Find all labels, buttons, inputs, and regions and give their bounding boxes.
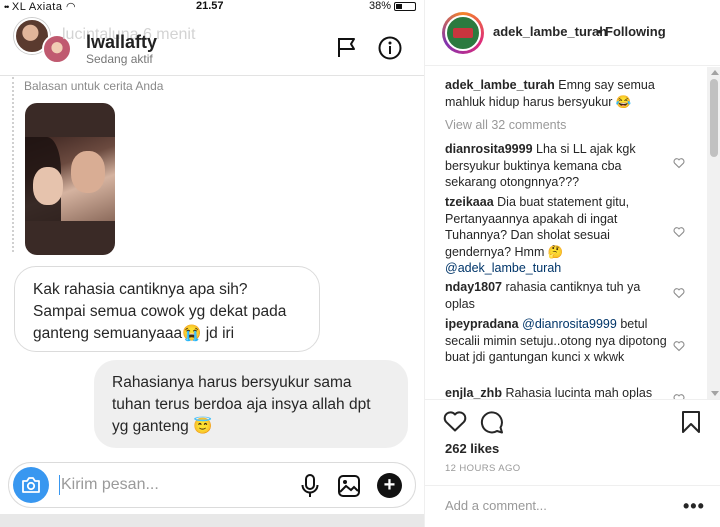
more-options-button[interactable]: + (377, 473, 402, 498)
message-bubble-incoming[interactable]: Kak rahasia cantiknya apa sih? Sampai se… (14, 266, 320, 352)
gallery-icon[interactable] (337, 474, 361, 498)
info-icon[interactable] (378, 36, 402, 60)
contact-name[interactable]: lwallafty (86, 32, 157, 53)
like-comment-heart-icon[interactable] (673, 226, 685, 238)
flag-icon[interactable] (336, 36, 358, 58)
message-input[interactable] (61, 474, 281, 496)
signal-icon: •• (4, 2, 9, 12)
reply-indicator (12, 77, 14, 252)
add-comment-input[interactable] (445, 498, 665, 513)
screenshot-root: •• XL Axiata ◠ 21.57 38% lucintaluna 6 m… (0, 0, 720, 527)
home-indicator-area (0, 514, 424, 527)
account-username[interactable]: adek_lambe_turah (493, 24, 607, 39)
chat-thread: Balasan untuk cerita Anda Kak rahasia ca… (0, 77, 424, 461)
camera-button[interactable] (13, 467, 49, 503)
message-composer: + (8, 462, 416, 508)
heart-icon[interactable] (443, 410, 467, 432)
comment-item: ipeypradana @dianrosita9999 betul secali… (445, 316, 673, 366)
separator-dot: • (597, 24, 602, 39)
comments-list: adek_lambe_turah Emng say semua mahluk h… (425, 67, 720, 399)
comment-username[interactable]: enjla_zhb (445, 386, 502, 399)
carrier-info: •• XL Axiata ◠ (4, 0, 76, 13)
add-comment-bar: ••• (425, 485, 720, 527)
caption: adek_lambe_turah Emng say semua mahluk h… (445, 77, 673, 110)
scroll-down-arrow-icon[interactable] (711, 391, 719, 396)
like-comment-heart-icon[interactable] (673, 157, 685, 169)
more-options-icon[interactable]: ••• (683, 496, 705, 517)
status-right: 38% (369, 0, 416, 12)
account-avatar[interactable] (442, 12, 484, 54)
comments-scrollbar[interactable] (707, 67, 720, 399)
comment-text: Rahasia lucinta mah oplas (505, 386, 653, 399)
microphone-icon[interactable] (301, 474, 319, 498)
status-time: 21.57 (196, 0, 224, 12)
comment-mention[interactable]: @dianrosita9999 (522, 317, 617, 331)
comment-item: tzeikaaa Dia buat statement gitu, Pertan… (445, 194, 673, 277)
dm-screenshot: •• XL Axiata ◠ 21.57 38% lucintaluna 6 m… (0, 0, 424, 527)
comment-username[interactable]: dianrosita9999 (445, 142, 533, 156)
comment-mention[interactable]: @adek_lambe_turah (445, 261, 561, 275)
post-panel: adek_lambe_turah • Following adek_lambe_… (424, 0, 720, 527)
bookmark-icon[interactable] (681, 410, 701, 434)
comment-item: dianrosita9999 Lha si LL ajak kgk bersyu… (445, 141, 673, 191)
dm-header: lucintaluna 6 menit lwallafty Sedang akt… (0, 14, 424, 76)
post-header: adek_lambe_turah • Following (425, 0, 720, 66)
reply-label: Balasan untuk cerita Anda (24, 79, 164, 93)
comment-icon[interactable] (480, 410, 504, 434)
story-photo (25, 137, 115, 221)
wifi-icon: ◠ (66, 1, 77, 13)
comment-item: enjla_zhb Rahasia lucinta mah oplas (445, 385, 673, 399)
caption-username[interactable]: adek_lambe_turah (445, 78, 555, 92)
battery-percent: 38% (368, 0, 391, 12)
post-timestamp: 12 HOURS AGO (445, 463, 521, 474)
active-status: Sedang aktif (86, 52, 153, 66)
comment-username[interactable]: nday1807 (445, 280, 502, 294)
likes-count[interactable]: 262 likes (445, 441, 499, 456)
camera-icon (22, 477, 40, 493)
scroll-up-arrow-icon[interactable] (711, 70, 719, 75)
following-button[interactable]: Following (605, 24, 666, 39)
view-all-comments-link[interactable]: View all 32 comments (445, 118, 566, 132)
story-thumbnail[interactable] (25, 103, 115, 255)
carrier-name: XL Axiata (11, 1, 63, 13)
battery-icon (394, 1, 416, 11)
like-comment-heart-icon[interactable] (673, 287, 685, 299)
comment-username[interactable]: tzeikaaa (445, 195, 494, 209)
comment-username[interactable]: ipeypradana (445, 317, 519, 331)
like-comment-heart-icon[interactable] (673, 340, 685, 352)
message-bubble-outgoing[interactable]: Rahasianya harus bersyukur sama tuhan te… (94, 360, 408, 448)
post-actions: 262 likes 12 HOURS AGO ••• (425, 399, 720, 527)
comment-item: nday1807 rahasia cantiknya tuh ya oplas (445, 279, 673, 312)
text-caret (59, 475, 60, 495)
scroll-thumb[interactable] (710, 79, 718, 157)
status-bar: •• XL Axiata ◠ 21.57 38% (0, 0, 424, 14)
